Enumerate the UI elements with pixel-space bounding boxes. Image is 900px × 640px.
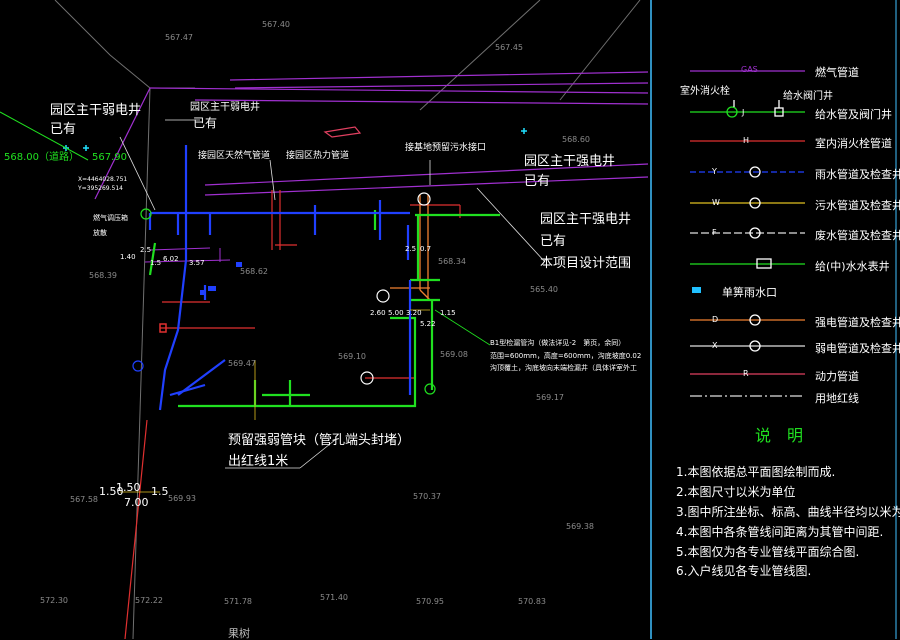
- elevation-label: 567.47: [165, 33, 193, 42]
- tap-heat-label: 接园区热力管道: [286, 151, 350, 161]
- notes-line: 1.本图依据总平面图绘制而成.: [676, 465, 836, 479]
- elevation-label: 569.47: [228, 359, 256, 368]
- legend-code: H: [743, 136, 750, 145]
- rain-pipe-lines: [148, 145, 412, 411]
- dimension-label: 3.20: [406, 309, 422, 317]
- conduit-block-line1: 预留强弱管块（管孔端头封堵）: [228, 433, 411, 448]
- legend-code: GAS: [741, 65, 758, 74]
- notes-line: 5.本图仅为各专业管线平面综合图.: [676, 545, 860, 559]
- legend-item-label: 室内消火栓管道: [815, 137, 892, 150]
- legend-item-label: 废水管道及检查井: [815, 229, 900, 242]
- dimension-label: 1.5: [150, 259, 162, 267]
- pit-note-line3: 沟顶覆土，沟底坡向末端检漏井（具体详室外工: [490, 364, 637, 372]
- elevation-label: 571.40: [320, 593, 348, 602]
- elevation-label: 569.08: [440, 350, 468, 359]
- gas-valve-label: 燃气调压箱: [93, 214, 128, 222]
- bottom-label: 果树: [228, 627, 250, 640]
- site-boundary-lines: [54, 0, 641, 639]
- elevation-label: 570.95: [416, 597, 444, 606]
- notes-line: 6.入户线见各专业管线图.: [676, 564, 812, 578]
- elevation-label: 571.78: [224, 597, 252, 606]
- legend-item-label: 强电管道及检查井: [815, 316, 900, 329]
- elevation-label: 567.40: [262, 20, 290, 29]
- level-label: 567.90: [92, 152, 127, 163]
- elevation-label: 572.22: [135, 596, 163, 605]
- elevation-label: 572.30: [40, 596, 68, 605]
- legend-code: J: [742, 108, 745, 117]
- legend-hydrant-label: 室外消火栓: [680, 86, 730, 97]
- legend-item-label: 用地红线: [815, 392, 859, 405]
- elevation-label: 567.58: [70, 495, 98, 504]
- design-scope-label: 本项目设计范围: [540, 256, 632, 271]
- vent-label: 放散: [93, 229, 107, 237]
- legend-code: X: [712, 341, 718, 350]
- legend-code: D: [712, 315, 719, 324]
- weak-well-left-status: 已有: [50, 122, 77, 137]
- dimension-label: 6.02: [163, 255, 179, 263]
- dimension-label: 0.7: [420, 245, 432, 253]
- dimension-label: 2.5: [405, 245, 417, 253]
- dimension-label: 1.40: [120, 253, 136, 261]
- legend-item-label: 单箅雨水口: [722, 286, 777, 299]
- rain-inlets: [200, 262, 242, 295]
- legend-item-label: 污水管道及检查井: [815, 199, 900, 212]
- coord-y: Y=395269.514: [78, 185, 123, 192]
- elevation-label: 570.83: [518, 597, 546, 606]
- tap-gas-label: 接园区天然气管道: [198, 151, 271, 161]
- elevation-label: 569.10: [338, 352, 366, 361]
- strong-well-title: 园区主干强电井: [524, 154, 616, 169]
- conduit-block-line2: 出红线1米: [228, 454, 289, 469]
- elevation-label: 569.93: [168, 494, 196, 503]
- legend-symbols: [690, 70, 805, 397]
- dimension-label: 1.15: [440, 309, 456, 317]
- elevation-label: 568.39: [89, 271, 117, 280]
- weak-well-left-title: 园区主干弱电井: [50, 103, 142, 118]
- legend-item-label: 动力管道: [815, 370, 859, 383]
- legend-code: W: [712, 198, 720, 207]
- dimension-label: 2.60: [370, 309, 386, 317]
- coord-x: X=4464028.751: [78, 176, 128, 183]
- pit-note-line1: B1型检漏管沟（做法详见-2 第页，余同）: [490, 339, 626, 347]
- dimension-label: 1.50: [116, 481, 141, 494]
- road-elevation-label: 568.00（道路）: [4, 152, 79, 163]
- strong-well-right-status: 已有: [540, 234, 567, 249]
- notes-line: 3.图中所注坐标、标高、曲线半径均以米为单位.: [676, 505, 900, 519]
- elevation-label: 567.45: [495, 43, 523, 52]
- elevation-label: 568.60: [562, 135, 590, 144]
- elevation-label: 565.40: [530, 285, 558, 294]
- legend-item-label: 给(中)水水表井: [815, 260, 890, 273]
- dimension-label: 1.5: [151, 485, 169, 498]
- legend-code: Y: [712, 167, 717, 176]
- elevation-label: 569.17: [536, 393, 564, 402]
- weak-well-top-title: 园区主干弱电井: [190, 102, 260, 113]
- strong-well-right-title: 园区主干强电井: [540, 212, 632, 227]
- pit-note-line2: 范围=600mm，高度=600mm，沟底坡度0.02: [490, 352, 642, 360]
- tap-sewage-label: 接基地预留污水接口: [405, 143, 487, 153]
- strong-well-status: 已有: [524, 174, 551, 189]
- legend-code: R: [743, 369, 749, 378]
- legend-item-label: 雨水管道及检查井: [815, 168, 900, 181]
- legend-valve-well-label: 给水阀门井: [783, 91, 833, 102]
- weak-well-top-status: 已有: [193, 116, 218, 130]
- elevation-label: 568.34: [438, 257, 466, 266]
- dimension-label: 3.57: [189, 259, 205, 267]
- legend-item-label: 燃气管道: [815, 66, 859, 79]
- notes-line: 2.本图尺寸以米为单位: [676, 485, 796, 499]
- dimension-label: 2.5: [140, 246, 152, 254]
- notes-line: 4.本图中各条管线间距离为其管中间距.: [676, 525, 884, 539]
- elevation-label: 570.37: [413, 492, 441, 501]
- dimension-label: 5.00: [388, 309, 404, 317]
- legend-code: F: [712, 228, 717, 237]
- legend-item-label: 弱电管道及检查井: [815, 342, 900, 355]
- legend-item-label: 给水管及阀门井: [815, 108, 892, 121]
- notes-title: 说 明: [755, 426, 804, 445]
- dimension-label: 5.22: [420, 320, 436, 328]
- dimension-label: 7.00: [124, 496, 149, 509]
- flow-arrow: [323, 126, 362, 138]
- elevation-label: 568.62: [240, 267, 268, 276]
- elevation-label: 569.38: [566, 522, 594, 531]
